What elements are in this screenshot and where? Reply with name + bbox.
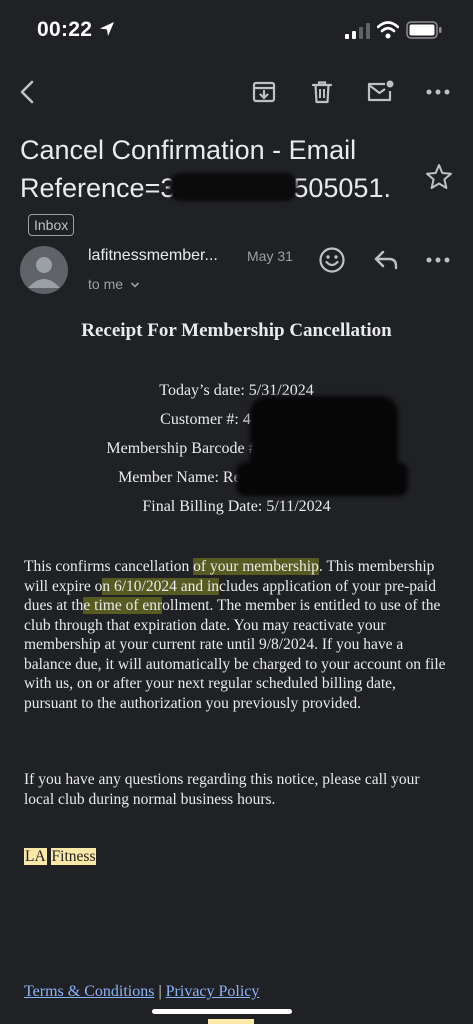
customer-number-line: Customer #: 4 (0, 411, 473, 429)
barcode-label: Membership Barcode # (106, 440, 257, 457)
person-icon (28, 257, 60, 288)
signature-word: LA (24, 848, 47, 865)
cancellation-paragraph: This confirms cancellation of your membe… (24, 557, 450, 713)
more-horiz-icon (426, 257, 450, 263)
todays-date-line: Today’s date: 5/31/2024 (159, 382, 314, 399)
emoji-reaction-icon (319, 247, 345, 273)
message-more-button[interactable] (422, 244, 454, 276)
location-arrow-icon (100, 22, 114, 36)
email-date: May 31 (247, 248, 293, 264)
customer-label: Customer #: 4 (160, 411, 251, 428)
add-reaction-button[interactable] (316, 244, 348, 276)
subject-text-tail: 505051. (293, 173, 391, 203)
archive-button[interactable] (249, 70, 279, 114)
questions-paragraph: If you have any questions regarding this… (24, 771, 420, 808)
membership-barcode-line: Membership Barcode # (0, 440, 473, 458)
mark-unread-button[interactable] (365, 70, 395, 114)
archive-icon (252, 81, 276, 103)
signature: LA Fitness (24, 848, 97, 866)
more-options-button[interactable] (423, 70, 453, 114)
email-subject: Cancel Confirmation - Email Reference=3 5… (20, 131, 420, 245)
redaction (169, 173, 298, 201)
mark-unread-icon (367, 80, 394, 102)
receipt-title: Receipt For Membership Cancellation (81, 320, 392, 341)
highlighted-text: e time of enr (83, 597, 163, 614)
back-arrow-icon (20, 80, 34, 104)
footer-links: Terms & Conditions | Privacy Policy (24, 983, 259, 1001)
redaction (236, 462, 408, 496)
inbox-label-badge[interactable]: Inbox (28, 214, 75, 236)
sender-avatar[interactable] (20, 246, 68, 294)
recipient-details-toggle[interactable]: to me (88, 276, 140, 292)
reply-button[interactable] (370, 244, 402, 276)
sender-name[interactable]: lafitnessmember... (88, 247, 218, 265)
paragraph-text: This confirms cancellation (24, 558, 194, 575)
wifi-icon (377, 21, 399, 39)
status-bar: 00:22 (0, 0, 473, 62)
link-separator: | (158, 983, 162, 1000)
terms-conditions-link[interactable]: Terms & Conditions (24, 983, 154, 1000)
member-name-label: Member Name: R (118, 469, 234, 486)
email-toolbar (0, 70, 473, 114)
status-time: 00:22 (37, 18, 93, 41)
delete-button[interactable] (307, 70, 337, 114)
more-horiz-icon (426, 89, 450, 95)
paragraph-text: ollment. The member is entitled to use o… (24, 597, 446, 712)
star-icon[interactable] (424, 162, 454, 192)
trash-icon (311, 81, 333, 104)
chevron-down-icon (130, 282, 139, 288)
home-indicator[interactable] (152, 1009, 292, 1014)
final-billing-line: Final Billing Date: 5/11/2024 (142, 498, 331, 515)
highlight-sliver (208, 1019, 254, 1024)
highlighted-text: of your membership (193, 558, 319, 575)
cellular-signal-icon (345, 23, 370, 39)
back-button[interactable] (12, 70, 42, 114)
battery-icon (406, 21, 442, 39)
privacy-policy-link[interactable]: Privacy Policy (166, 983, 260, 1000)
highlighted-text: n 6/10/2024 and in (102, 577, 220, 595)
signature-word: Fitness (50, 848, 97, 865)
recipient-text: to me (88, 276, 124, 292)
reply-icon (374, 250, 398, 270)
